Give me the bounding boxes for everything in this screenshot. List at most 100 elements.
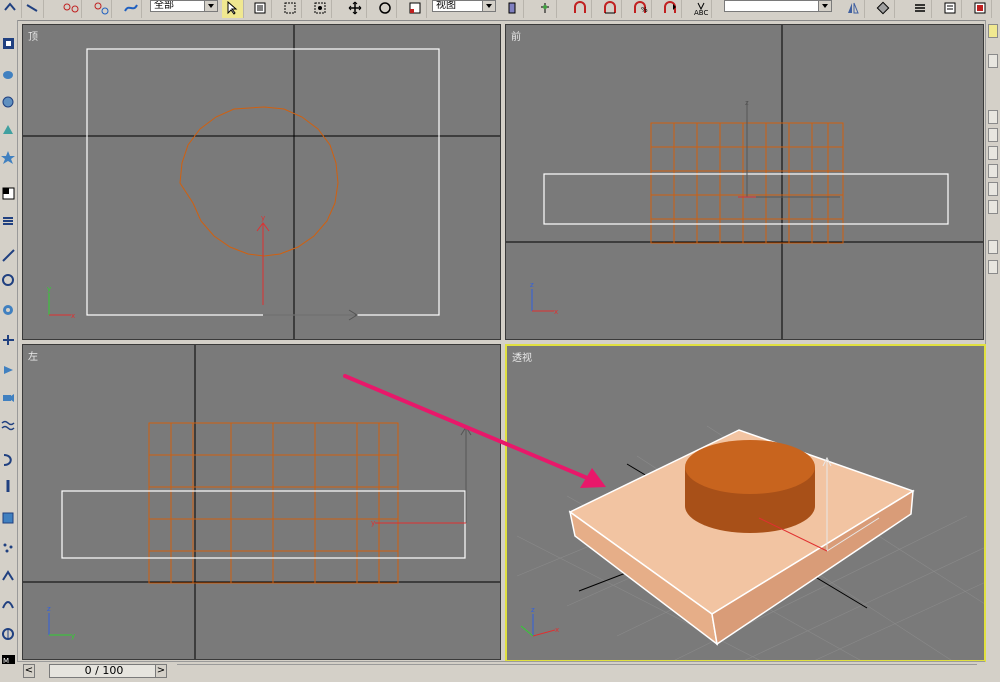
chevron-down-icon bbox=[204, 1, 217, 11]
transform-gizmo[interactable]: y bbox=[256, 214, 358, 321]
rectangular-selection-icon[interactable] bbox=[280, 0, 302, 18]
cylinder-outline[interactable] bbox=[179, 106, 339, 257]
select-and-move-icon[interactable] bbox=[345, 0, 367, 18]
svg-text:M: M bbox=[3, 657, 9, 665]
window-crossing-icon[interactable] bbox=[310, 0, 332, 18]
hierarchy-icon[interactable] bbox=[1, 212, 16, 232]
systems-icon[interactable] bbox=[1, 450, 16, 470]
viewport-perspective-canvas: z x bbox=[516, 425, 984, 660]
command-panel-tab[interactable] bbox=[988, 54, 998, 68]
command-panel-tab[interactable] bbox=[988, 200, 998, 214]
utilities-gear-icon[interactable] bbox=[1, 300, 16, 320]
axis-tripod: z x bbox=[530, 281, 558, 316]
select-and-rotate-icon[interactable] bbox=[375, 0, 397, 18]
sphere-icon[interactable] bbox=[1, 92, 16, 112]
cylinder-wireframe[interactable] bbox=[148, 422, 399, 584]
command-panel-tab[interactable] bbox=[988, 182, 998, 196]
teapot-icon[interactable] bbox=[1, 64, 16, 84]
modify-icon[interactable] bbox=[1, 184, 16, 204]
box-object-outline[interactable] bbox=[543, 173, 949, 225]
patch-grids-icon[interactable] bbox=[1, 566, 16, 586]
tripod-y-label: y bbox=[47, 285, 51, 293]
tripod-z-label: z bbox=[47, 605, 51, 613]
axis-tripod: z y bbox=[47, 605, 75, 640]
command-panel-tab[interactable] bbox=[988, 128, 998, 142]
viewport-label[interactable]: 前 bbox=[511, 28, 521, 43]
box-object-outline[interactable] bbox=[61, 490, 466, 559]
axis-tripod: z x bbox=[520, 606, 559, 637]
command-panel-tab[interactable] bbox=[988, 164, 998, 178]
display-icon[interactable] bbox=[1, 270, 16, 290]
nurbs-icon[interactable] bbox=[1, 594, 16, 614]
grid-lines bbox=[23, 345, 500, 659]
space-warps-icon[interactable] bbox=[1, 416, 16, 436]
bones-icon[interactable] bbox=[1, 476, 16, 496]
axis-tripod: y x bbox=[47, 285, 75, 320]
star-icon[interactable] bbox=[1, 148, 16, 168]
viewport-label[interactable]: 透视 bbox=[512, 349, 532, 364]
percent-snap-toggle-icon[interactable]: % bbox=[630, 0, 652, 18]
command-panel-tab[interactable] bbox=[988, 260, 998, 274]
unlink-selection-icon[interactable] bbox=[90, 0, 112, 18]
helper-icon[interactable] bbox=[1, 330, 16, 350]
particles-icon[interactable] bbox=[1, 538, 16, 558]
viewport-left[interactable]: y z y 左 bbox=[22, 344, 501, 660]
viewport-left-canvas: y z y bbox=[23, 345, 500, 659]
viewport-label[interactable]: 左 bbox=[28, 348, 38, 363]
transform-gizmo[interactable]: y bbox=[371, 426, 472, 527]
layer-manager-icon[interactable] bbox=[910, 0, 932, 18]
undo-icon[interactable] bbox=[0, 0, 22, 18]
time-slider[interactable]: 0 / 100 bbox=[49, 664, 159, 678]
bind-to-space-warp-icon[interactable] bbox=[120, 0, 142, 18]
spinner-snap-toggle-icon[interactable] bbox=[660, 0, 682, 18]
selection-filter-value: 全部 bbox=[154, 0, 174, 11]
command-panel-tab[interactable] bbox=[988, 240, 998, 254]
viewport-top[interactable]: y y x 顶 bbox=[22, 24, 501, 340]
motion-icon[interactable] bbox=[1, 246, 16, 266]
chevron-down-icon bbox=[818, 1, 831, 11]
select-and-manipulate-icon[interactable] bbox=[535, 0, 557, 18]
select-and-link-icon[interactable] bbox=[60, 0, 82, 18]
command-panel bbox=[985, 20, 1000, 661]
cylinder-object[interactable] bbox=[685, 440, 815, 533]
named-selection-sets-dropdown[interactable] bbox=[724, 0, 832, 12]
cameras-icon[interactable] bbox=[1, 388, 16, 408]
shape-icon[interactable] bbox=[1, 120, 16, 140]
command-panel-tab[interactable] bbox=[988, 146, 998, 160]
viewport-perspective[interactable]: z x 透视 bbox=[505, 344, 986, 662]
viewport-front[interactable]: z z x 前 bbox=[505, 24, 984, 340]
reference-coordinate-value: 视图 bbox=[436, 0, 456, 11]
grid-lines bbox=[23, 25, 500, 339]
grid-lines bbox=[506, 25, 983, 339]
time-prev-button[interactable]: < bbox=[23, 664, 35, 678]
selection-filter-dropdown[interactable]: 全部 bbox=[150, 0, 218, 12]
compound-icon[interactable] bbox=[1, 508, 16, 528]
time-next-button[interactable]: > bbox=[155, 664, 167, 678]
align-icon[interactable] bbox=[873, 0, 895, 18]
create-geometry-icon[interactable] bbox=[1, 34, 16, 54]
time-slider-bar: < 0 / 100 > bbox=[17, 661, 985, 682]
select-by-name-icon[interactable] bbox=[250, 0, 272, 18]
chevron-down-icon bbox=[482, 1, 495, 11]
command-panel-tab[interactable] bbox=[988, 24, 998, 38]
redo-icon[interactable] bbox=[22, 0, 44, 18]
command-panel-tab[interactable] bbox=[988, 110, 998, 124]
gizmo-y-label: y bbox=[261, 214, 265, 222]
track-bar[interactable] bbox=[177, 664, 977, 679]
schematic-view-icon[interactable] bbox=[970, 0, 992, 18]
use-pivot-center-icon[interactable] bbox=[502, 0, 524, 18]
time-slider-frame: 0 / 100 bbox=[84, 664, 124, 677]
viewport-label[interactable]: 顶 bbox=[28, 28, 38, 43]
angle-snap-toggle-icon[interactable] bbox=[600, 0, 622, 18]
curve-editor-icon[interactable] bbox=[940, 0, 962, 18]
select-object-button[interactable] bbox=[222, 0, 244, 18]
snaps-toggle-icon[interactable] bbox=[570, 0, 592, 18]
mirror-icon[interactable] bbox=[843, 0, 865, 18]
edit-named-selection-icon[interactable]: ABC bbox=[690, 0, 712, 18]
reference-coordinate-dropdown[interactable]: 视图 bbox=[432, 0, 496, 12]
abc-text: ABC bbox=[694, 9, 708, 17]
lights-icon[interactable] bbox=[1, 360, 16, 380]
dynamics-icon[interactable] bbox=[1, 624, 16, 644]
select-and-scale-icon[interactable] bbox=[405, 0, 427, 18]
maxscript-icon[interactable]: M bbox=[1, 650, 16, 670]
